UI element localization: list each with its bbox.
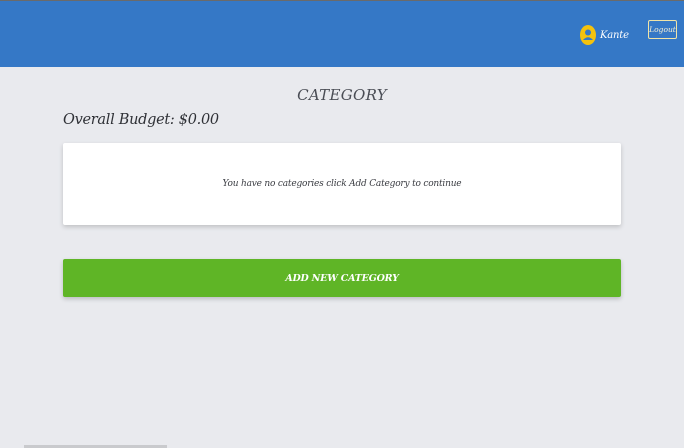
overall-budget: Overall Budget: $0.00 (63, 112, 219, 128)
user-name: Kante (600, 29, 629, 41)
empty-state-message: You have no categories click Add Categor… (222, 179, 462, 189)
page-title: CATEGORY (297, 86, 387, 104)
logout-button[interactable]: Logout (648, 20, 677, 39)
user-menu[interactable]: Kante (580, 25, 629, 45)
user-avatar-icon (580, 25, 596, 45)
top-navbar: Kante Logout (0, 0, 684, 67)
overall-budget-value: $0.00 (178, 112, 219, 128)
add-new-category-button[interactable]: ADD NEW CATEGORY (63, 259, 621, 297)
overall-budget-label: Overall Budget: (63, 112, 179, 128)
categories-empty-card: You have no categories click Add Categor… (63, 143, 621, 225)
